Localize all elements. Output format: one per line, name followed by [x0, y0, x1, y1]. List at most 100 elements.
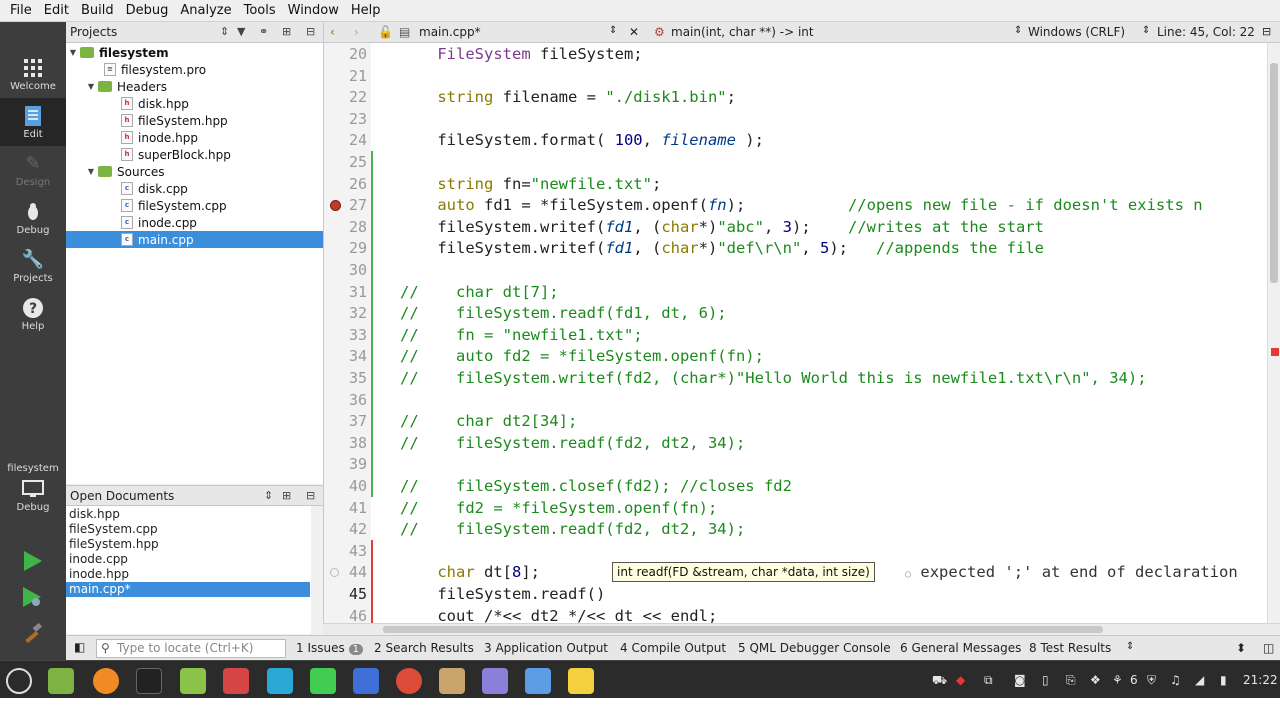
tree-item-file[interactable]: h superBlock.hpp	[66, 146, 323, 163]
expand-arrow-icon[interactable]: ▼	[84, 82, 98, 91]
tree-item-folder[interactable]: ▼ Headers	[66, 78, 323, 95]
mode-debug[interactable]: Debug	[0, 194, 66, 242]
code-line[interactable]: // fileSystem.closef(fd2); //closes fd2	[400, 476, 792, 498]
link-icon[interactable]: ⚭	[259, 25, 268, 38]
code-line[interactable]: // fileSystem.readf(fd2, dt2, 34);	[400, 433, 745, 455]
dropbox-icon[interactable]: ❖	[1090, 673, 1101, 687]
line-number[interactable]: 26	[327, 174, 367, 196]
scrollbar-handle[interactable]	[1270, 63, 1278, 283]
tree-item-file-selected[interactable]: c main.cpp	[66, 231, 323, 248]
split-panel-icon[interactable]: ◫	[1263, 641, 1274, 655]
qt-creator-icon[interactable]	[310, 668, 336, 694]
line-number[interactable]: 21	[327, 66, 367, 88]
output-pane-search-results[interactable]: 2 Search Results	[374, 641, 474, 655]
code-line[interactable]: char dt[8];	[400, 562, 540, 584]
menu-window[interactable]: Window	[282, 3, 345, 18]
run-icon[interactable]	[20, 548, 46, 574]
tray-app-icon[interactable]: ⛟	[932, 673, 947, 689]
tree-item-file[interactable]: c disk.cpp	[66, 180, 323, 197]
view-selector-arrows-icon[interactable]: ⇕	[220, 25, 229, 38]
files-icon[interactable]	[180, 668, 206, 694]
code-line[interactable]: // auto fd2 = *fileSystem.openf(fn);	[400, 346, 764, 368]
maximize-panel-icon[interactable]: ⬍	[1236, 641, 1246, 655]
close-pane-icon[interactable]: ⊟	[306, 25, 315, 38]
code-line[interactable]: // fd2 = *fileSystem.openf(fn);	[400, 498, 717, 520]
scrollbar-handle[interactable]	[383, 626, 1103, 633]
cursor-position[interactable]: Line: 45, Col: 22	[1157, 25, 1255, 39]
tree-item-folder[interactable]: ▼ Sources	[66, 163, 323, 180]
filter-icon[interactable]: ▼	[237, 25, 245, 38]
horizontal-scrollbar[interactable]	[323, 623, 1280, 635]
tree-item-file[interactable]: c inode.cpp	[66, 214, 323, 231]
code-line[interactable]: fileSystem.writef(fd1, (char*)"abc", 3);…	[400, 217, 1044, 239]
line-number[interactable]: 41	[327, 498, 367, 520]
projects-title[interactable]: Projects	[70, 25, 117, 39]
clipboard-icon[interactable]: ⎘	[1066, 673, 1076, 688]
line-number[interactable]: 20	[327, 44, 367, 66]
archive-icon[interactable]	[439, 668, 465, 694]
code-line[interactable]: string fn="newfile.txt";	[400, 174, 661, 196]
anydesk-icon[interactable]: ◆	[956, 673, 965, 687]
debug-run-icon[interactable]	[20, 584, 46, 610]
file-combo-arrows-icon[interactable]: ⇕	[609, 25, 617, 36]
tree-item-file[interactable]: h disk.hpp	[66, 95, 323, 112]
close-document-icon[interactable]: ✕	[629, 25, 639, 39]
line-number[interactable]: 36	[327, 390, 367, 412]
symbol-combo[interactable]: main(int, char **) -> int	[671, 25, 814, 39]
line-number[interactable]: 35	[327, 368, 367, 390]
line-number[interactable]: 24	[327, 130, 367, 152]
kit-selector[interactable]: filesystem Debug	[0, 460, 66, 516]
lock-tray-icon[interactable]: ▯	[1042, 673, 1049, 687]
open-document-item-selected[interactable]: main.cpp*	[66, 582, 310, 597]
show-desktop-icon[interactable]	[48, 668, 74, 694]
mode-edit[interactable]: Edit	[0, 98, 66, 146]
line-number[interactable]: 39	[327, 454, 367, 476]
close-pane-icon[interactable]: ⊟	[306, 489, 315, 502]
code-line[interactable]: cout /*<< dt2 */<< dt << endl;	[400, 606, 717, 623]
screenshot-icon[interactable]	[525, 668, 551, 694]
code-line[interactable]: // fileSystem.readf(fd1, dt, 6);	[400, 303, 727, 325]
open-document-item[interactable]: inode.cpp	[66, 552, 310, 567]
mint-menu-icon[interactable]	[6, 668, 32, 694]
open-documents-title[interactable]: Open Documents	[70, 489, 174, 503]
camera-icon[interactable]: ◙	[1014, 673, 1026, 687]
code-line[interactable]: string filename = "./disk1.bin";	[400, 87, 736, 109]
line-number[interactable]: 31	[327, 282, 367, 304]
code-line[interactable]: // fileSystem.readf(fd2, dt2, 34);	[400, 519, 745, 541]
mailer-icon[interactable]	[223, 668, 249, 694]
display-icon[interactable]: ⧉	[984, 673, 993, 688]
code-line[interactable]: // fileSystem.writef(fd2, (char*)"Hello …	[400, 368, 1147, 390]
workspace-number[interactable]: 6	[1130, 673, 1138, 687]
line-ending-combo[interactable]: Windows (CRLF)	[1028, 25, 1125, 39]
line-number[interactable]: 32	[327, 303, 367, 325]
tree-item-file[interactable]: ≡ filesystem.pro	[66, 61, 323, 78]
code-line[interactable]: FileSystem fileSystem;	[400, 44, 642, 66]
split-editor-icon[interactable]: ⊟	[1262, 25, 1271, 38]
locator-input[interactable]: ⚲ Type to locate (Ctrl+K)	[96, 639, 286, 658]
tree-item-file[interactable]: h inode.hpp	[66, 129, 323, 146]
back-arrow-icon[interactable]: ‹	[330, 25, 335, 39]
code-editor[interactable]: FileSystem fileSystem; string filename =…	[371, 43, 1267, 623]
line-number[interactable]: 37	[327, 411, 367, 433]
clock[interactable]: 21:22	[1243, 673, 1278, 687]
workspace-icon[interactable]: ⚘	[1112, 673, 1123, 687]
view-selector-arrows-icon[interactable]: ⇕	[264, 489, 273, 502]
toggle-sidebar-icon[interactable]: ◧	[74, 640, 85, 654]
text-editor-icon[interactable]	[353, 668, 379, 694]
code-line[interactable]: // char dt2[34];	[400, 411, 577, 433]
terminal-icon[interactable]	[136, 668, 162, 694]
expand-arrow-icon[interactable]: ▼	[66, 48, 80, 57]
code-line[interactable]: // fn = "newfile1.txt";	[400, 325, 643, 347]
mode-welcome[interactable]: Welcome	[0, 50, 66, 98]
code-line[interactable]: // char dt[7];	[400, 282, 559, 304]
tree-item-file[interactable]: h fileSystem.hpp	[66, 112, 323, 129]
chrome-icon[interactable]	[396, 668, 422, 694]
line-number[interactable]: 30	[327, 260, 367, 282]
line-number[interactable]: 25	[327, 152, 367, 174]
menu-analyze[interactable]: Analyze	[174, 3, 237, 18]
expand-arrow-icon[interactable]: ▼	[84, 167, 98, 176]
current-file-combo[interactable]: main.cpp*	[419, 25, 481, 39]
line-number[interactable]: 42	[327, 519, 367, 541]
code-line[interactable]: auto fd1 = *fileSystem.openf(fn); //open…	[400, 195, 1202, 217]
split-icon[interactable]: ⊞	[282, 25, 291, 38]
